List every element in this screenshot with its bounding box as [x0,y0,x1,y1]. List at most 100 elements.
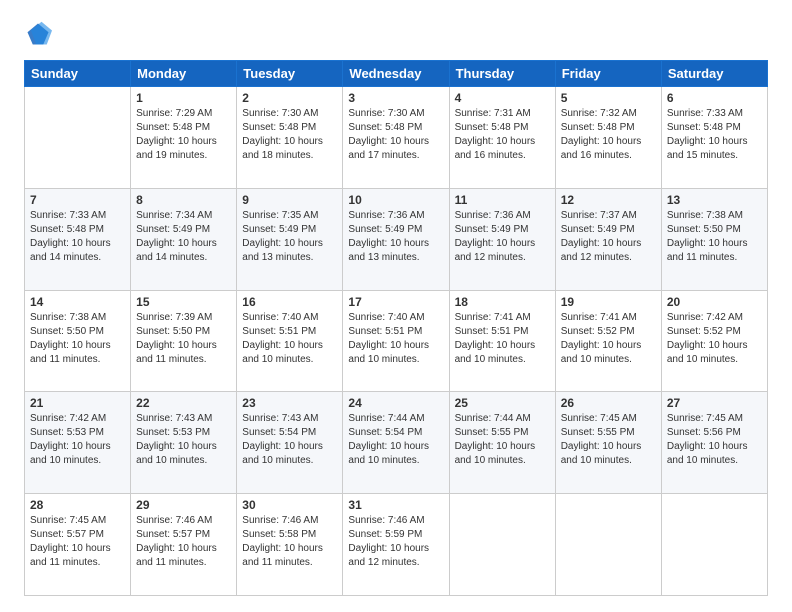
calendar-cell: 9 Sunrise: 7:35 AMSunset: 5:49 PMDaylight… [237,188,343,290]
day-number: 29 [136,498,231,512]
day-info: Sunrise: 7:35 AMSunset: 5:49 PMDaylight:… [242,209,337,265]
day-number: 1 [136,91,231,105]
day-info: Sunrise: 7:40 AMSunset: 5:51 PMDaylight:… [348,311,443,367]
calendar-cell: 21 Sunrise: 7:42 AMSunset: 5:53 PMDayligh… [25,392,131,494]
day-number: 7 [30,193,125,207]
day-info: Sunrise: 7:30 AMSunset: 5:48 PMDaylight:… [242,107,337,163]
day-info: Sunrise: 7:42 AMSunset: 5:53 PMDaylight:… [30,412,125,468]
day-info: Sunrise: 7:45 AMSunset: 5:57 PMDaylight:… [30,514,125,570]
day-info: Sunrise: 7:42 AMSunset: 5:52 PMDaylight:… [667,311,762,367]
header [24,20,768,48]
day-number: 23 [242,396,337,410]
day-number: 25 [455,396,550,410]
calendar-table: SundayMondayTuesdayWednesdayThursdayFrid… [24,60,768,596]
day-header-wednesday: Wednesday [343,61,449,87]
day-info: Sunrise: 7:33 AMSunset: 5:48 PMDaylight:… [30,209,125,265]
day-info: Sunrise: 7:41 AMSunset: 5:52 PMDaylight:… [561,311,656,367]
day-info: Sunrise: 7:36 AMSunset: 5:49 PMDaylight:… [455,209,550,265]
day-info: Sunrise: 7:44 AMSunset: 5:55 PMDaylight:… [455,412,550,468]
day-header-saturday: Saturday [661,61,767,87]
calendar-cell: 22Sunrise: 7:43 AMSunset: 5:53 PMDayligh… [131,392,237,494]
calendar-cell [661,494,767,596]
day-header-friday: Friday [555,61,661,87]
calendar-cell: 11Sunrise: 7:36 AMSunset: 5:49 PMDayligh… [449,188,555,290]
calendar-cell [555,494,661,596]
calendar-cell: 25 Sunrise: 7:44 AMSunset: 5:55 PMDayligh… [449,392,555,494]
calendar-cell: 19 Sunrise: 7:41 AMSunset: 5:52 PMDayligh… [555,290,661,392]
calendar-cell: 13 Sunrise: 7:38 AMSunset: 5:50 PMDayligh… [661,188,767,290]
day-number: 9 [242,193,337,207]
calendar-cell: 10Sunrise: 7:36 AMSunset: 5:49 PMDayligh… [343,188,449,290]
calendar-cell: 4 Sunrise: 7:31 AMSunset: 5:48 PMDaylight… [449,87,555,189]
calendar-cell: 6Sunrise: 7:33 AMSunset: 5:48 PMDaylight… [661,87,767,189]
day-info: Sunrise: 7:43 AMSunset: 5:54 PMDaylight:… [242,412,337,468]
page: SundayMondayTuesdayWednesdayThursdayFrid… [0,0,792,612]
day-info: Sunrise: 7:46 AMSunset: 5:57 PMDaylight:… [136,514,231,570]
day-number: 13 [667,193,762,207]
calendar-cell: 28 Sunrise: 7:45 AMSunset: 5:57 PMDayligh… [25,494,131,596]
calendar-cell [25,87,131,189]
logo-icon [24,20,52,48]
calendar-cell: 29 Sunrise: 7:46 AMSunset: 5:57 PMDayligh… [131,494,237,596]
calendar-cell: 16 Sunrise: 7:40 AMSunset: 5:51 PMDayligh… [237,290,343,392]
calendar-header-row: SundayMondayTuesdayWednesdayThursdayFrid… [25,61,768,87]
calendar-cell: 7 Sunrise: 7:33 AMSunset: 5:48 PMDaylight… [25,188,131,290]
day-info: Sunrise: 7:37 AMSunset: 5:49 PMDaylight:… [561,209,656,265]
day-number: 16 [242,295,337,309]
day-info: Sunrise: 7:31 AMSunset: 5:48 PMDaylight:… [455,107,550,163]
day-info: Sunrise: 7:45 AMSunset: 5:56 PMDaylight:… [667,412,762,468]
logo [24,20,56,48]
day-info: Sunrise: 7:44 AMSunset: 5:54 PMDaylight:… [348,412,443,468]
day-header-tuesday: Tuesday [237,61,343,87]
day-info: Sunrise: 7:34 AMSunset: 5:49 PMDaylight:… [136,209,231,265]
day-info: Sunrise: 7:32 AMSunset: 5:48 PMDaylight:… [561,107,656,163]
day-info: Sunrise: 7:30 AMSunset: 5:48 PMDaylight:… [348,107,443,163]
day-number: 3 [348,91,443,105]
calendar-cell: 20 Sunrise: 7:42 AMSunset: 5:52 PMDayligh… [661,290,767,392]
day-number: 28 [30,498,125,512]
day-number: 21 [30,396,125,410]
day-header-thursday: Thursday [449,61,555,87]
calendar-cell: 12 Sunrise: 7:37 AMSunset: 5:49 PMDayligh… [555,188,661,290]
day-number: 24 [348,396,443,410]
calendar-cell: 17 Sunrise: 7:40 AMSunset: 5:51 PMDayligh… [343,290,449,392]
day-info: Sunrise: 7:39 AMSunset: 5:50 PMDaylight:… [136,311,231,367]
day-number: 17 [348,295,443,309]
calendar-week-3: 21 Sunrise: 7:42 AMSunset: 5:53 PMDayligh… [25,392,768,494]
day-number: 5 [561,91,656,105]
day-number: 2 [242,91,337,105]
day-number: 15 [136,295,231,309]
calendar-cell: 26Sunrise: 7:45 AMSunset: 5:55 PMDayligh… [555,392,661,494]
calendar-cell: 15 Sunrise: 7:39 AMSunset: 5:50 PMDayligh… [131,290,237,392]
day-number: 12 [561,193,656,207]
day-info: Sunrise: 7:38 AMSunset: 5:50 PMDaylight:… [30,311,125,367]
calendar-cell: 30 Sunrise: 7:46 AMSunset: 5:58 PMDayligh… [237,494,343,596]
day-info: Sunrise: 7:46 AMSunset: 5:58 PMDaylight:… [242,514,337,570]
calendar-cell: 2 Sunrise: 7:30 AMSunset: 5:48 PMDaylight… [237,87,343,189]
day-number: 27 [667,396,762,410]
calendar-cell: 27 Sunrise: 7:45 AMSunset: 5:56 PMDayligh… [661,392,767,494]
day-number: 14 [30,295,125,309]
calendar-cell: 5 Sunrise: 7:32 AMSunset: 5:48 PMDaylight… [555,87,661,189]
day-info: Sunrise: 7:46 AMSunset: 5:59 PMDaylight:… [348,514,443,570]
calendar-cell: 8 Sunrise: 7:34 AMSunset: 5:49 PMDaylight… [131,188,237,290]
calendar-week-1: 7 Sunrise: 7:33 AMSunset: 5:48 PMDaylight… [25,188,768,290]
calendar-week-4: 28 Sunrise: 7:45 AMSunset: 5:57 PMDayligh… [25,494,768,596]
calendar-cell [449,494,555,596]
day-info: Sunrise: 7:41 AMSunset: 5:51 PMDaylight:… [455,311,550,367]
day-number: 31 [348,498,443,512]
calendar-cell: 14 Sunrise: 7:38 AMSunset: 5:50 PMDayligh… [25,290,131,392]
day-info: Sunrise: 7:38 AMSunset: 5:50 PMDaylight:… [667,209,762,265]
day-number: 4 [455,91,550,105]
day-header-sunday: Sunday [25,61,131,87]
calendar-cell: 1Sunrise: 7:29 AMSunset: 5:48 PMDaylight… [131,87,237,189]
day-number: 19 [561,295,656,309]
day-number: 26 [561,396,656,410]
day-info: Sunrise: 7:43 AMSunset: 5:53 PMDaylight:… [136,412,231,468]
day-number: 30 [242,498,337,512]
day-info: Sunrise: 7:40 AMSunset: 5:51 PMDaylight:… [242,311,337,367]
day-number: 20 [667,295,762,309]
day-number: 8 [136,193,231,207]
day-header-monday: Monday [131,61,237,87]
day-number: 10 [348,193,443,207]
